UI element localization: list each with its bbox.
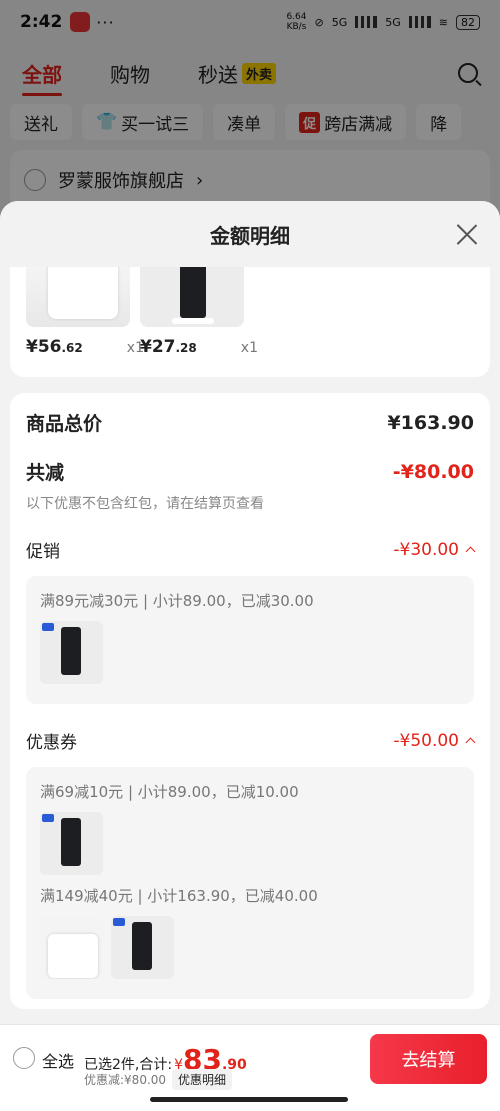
coupon-label: 优惠券 xyxy=(26,733,77,753)
product-item[interactable] xyxy=(140,267,244,327)
select-all-label[interactable]: 全选 xyxy=(42,1048,74,1072)
sheet-header: 金额明细 xyxy=(0,201,500,267)
promo-rule: 满89元减30元 | 小计89.00，已减30.00 xyxy=(40,592,314,610)
coupon-product-image xyxy=(111,916,174,979)
coupon-product-image xyxy=(40,916,103,979)
coupon-product-image xyxy=(40,812,103,875)
product-price: ¥27.28 xyxy=(140,337,197,357)
promo-amount: -¥30.00 xyxy=(393,539,459,560)
total-value: ¥163.90 xyxy=(387,411,474,434)
discount-detail-button[interactable]: 优惠明细 xyxy=(172,1069,233,1090)
promo-label: 促销 xyxy=(26,542,60,562)
sheet-title: 金额明细 xyxy=(210,223,290,248)
coupon-amount: -¥50.00 xyxy=(393,730,459,751)
product-image-pants xyxy=(140,267,244,327)
discount-note: 以下优惠不包含红包，请在结算页查看 xyxy=(26,496,264,512)
total-label: 商品总价 xyxy=(26,413,103,435)
home-indicator[interactable] xyxy=(150,1097,348,1102)
chevron-up-icon xyxy=(465,737,476,748)
checkout-button[interactable]: 去结算 xyxy=(370,1034,487,1084)
product-price: ¥56.62 xyxy=(26,337,83,357)
product-item[interactable] xyxy=(26,267,130,327)
promo-product-image xyxy=(40,621,103,684)
promo-detail-box: 满89元减30元 | 小计89.00，已减30.00 xyxy=(26,576,474,704)
price-dec: .28 xyxy=(175,341,197,355)
discount-text: 优惠减:¥80.00 xyxy=(84,1073,167,1087)
discount-summary: 优惠减:¥80.00 优惠明细 xyxy=(84,1069,233,1090)
product-price-line: ¥56.62 x1 xyxy=(26,337,144,357)
close-icon[interactable] xyxy=(456,223,478,245)
coupon-rule-2: 满149减40元 | 小计163.90，已减40.00 xyxy=(40,887,318,905)
product-price-line: ¥27.28 x1 xyxy=(140,337,258,357)
coupon-value: -¥50.00 xyxy=(393,730,476,751)
discount-value: -¥80.00 xyxy=(392,460,474,483)
select-all-radio[interactable] xyxy=(13,1047,35,1069)
total-row: 商品总价 ¥163.90 xyxy=(26,409,474,436)
coupon-detail-box: 满69减10元 | 小计89.00，已减10.00 满149减40元 | 小计1… xyxy=(26,767,474,999)
discount-row: 共减 -¥80.00 xyxy=(26,458,474,485)
coupon-section: 优惠券 -¥50.00 满69减10元 | 小计89.00，已减10.00 满1… xyxy=(26,728,476,999)
coupon-header[interactable]: 优惠券 -¥50.00 xyxy=(26,728,476,753)
product-image-shirt xyxy=(26,267,130,327)
promo-section: 促销 -¥30.00 满89元减30元 | 小计89.00，已减30.00 xyxy=(26,537,476,704)
price-dec: .62 xyxy=(61,341,83,355)
promo-header[interactable]: 促销 -¥30.00 xyxy=(26,537,476,562)
discount-label: 共减 xyxy=(26,462,65,484)
price-int: ¥56 xyxy=(26,337,62,357)
product-qty: x1 xyxy=(240,340,258,356)
product-list: ¥56.62 x1 ¥27.28 x1 xyxy=(10,267,490,377)
amount-detail-sheet: 金额明细 ¥56.62 x1 ¥27.28 x1 商品总价 ¥163.90 共减… xyxy=(0,201,500,1024)
chevron-up-icon xyxy=(465,546,476,557)
promo-value: -¥30.00 xyxy=(393,539,476,560)
coupon-rule-1: 满69减10元 | 小计89.00，已减10.00 xyxy=(40,783,299,801)
price-int: ¥27 xyxy=(140,337,176,357)
amount-breakdown: 商品总价 ¥163.90 共减 -¥80.00 以下优惠不包含红包，请在结算页查… xyxy=(10,393,490,1009)
